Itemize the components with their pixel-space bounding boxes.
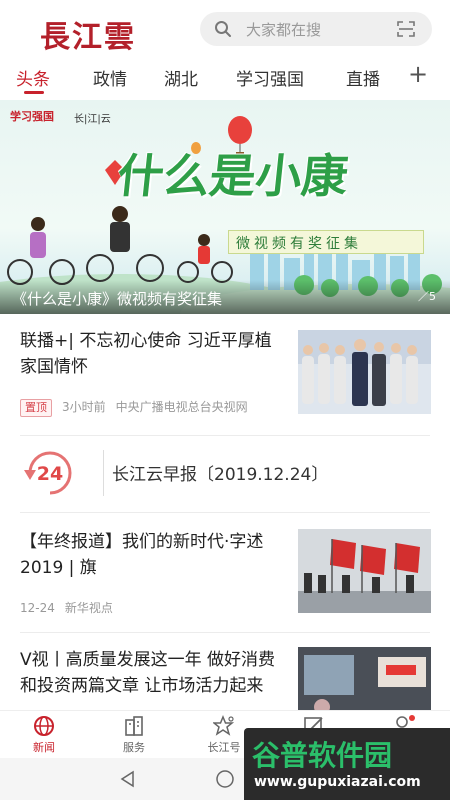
app-logo[interactable]: 長江雲 (40, 12, 136, 56)
news-source: 中央广播电视总台央视网 (115, 400, 248, 414)
news-source: 新华视点 (64, 601, 113, 615)
thumbnail-image (298, 330, 431, 414)
news-title[interactable]: V视丨高质量发展这一年 做好消费和投资两篇文章 让市场活力起来 (20, 647, 282, 699)
banner-brand-cjy: 长|江|云 (74, 114, 111, 125)
news-time: 3小时前 (62, 400, 106, 414)
nav-label: 新闻 (33, 741, 55, 754)
active-tab-indicator (24, 91, 44, 94)
search-icon (215, 21, 231, 37)
news-title[interactable]: 【年终报道】我们的新时代·字述2019 | 旗 (20, 529, 282, 581)
banner-page-indicator: ／5 (418, 290, 436, 303)
featured-banner[interactable]: 学习强国 长|江|云 什么是小康 微视频有奖征集 《什么是小康》微视频有奖征集 … (0, 100, 450, 314)
news-item[interactable]: 联播+| 不忘初心使命 习近平厚植家国情怀 置顶 3小时前 中央广播电视总台央视网 (0, 314, 450, 436)
nav-services[interactable]: 服务 (104, 715, 164, 755)
nav-label: 服务 (123, 741, 145, 754)
nav-news[interactable]: 新闻 (14, 715, 74, 755)
scan-icon[interactable] (396, 20, 416, 38)
star-people-icon (213, 715, 235, 736)
app-header: 長江雲 大家都在搜 (0, 0, 450, 58)
pinned-badge: 置顶 (20, 399, 52, 417)
news-thumbnail[interactable] (298, 330, 431, 414)
news-thumbnail[interactable] (298, 647, 431, 713)
banner-caption: 《什么是小康》微视频有奖征集 (12, 290, 223, 308)
tab-headline[interactable]: 头条 (16, 65, 50, 90)
news-item[interactable]: V视丨高质量发展这一年 做好消费和投资两篇文章 让市场活力起来 (0, 633, 450, 713)
news-time: 12-24 (20, 601, 55, 615)
tab-study[interactable]: 学习强国 (236, 65, 304, 90)
page-indicator-value: 5 (429, 290, 436, 303)
watermark-url: www.gupuxiazai.com (254, 774, 421, 790)
thumbnail-image (298, 529, 431, 613)
add-channel-icon[interactable]: + (408, 60, 428, 88)
search-bar[interactable]: 大家都在搜 (200, 12, 432, 46)
banner-subtitle: 微视频有奖征集 (236, 236, 362, 252)
svg-text:24: 24 (37, 463, 63, 485)
banner-brand-study: 学习强国 (10, 110, 54, 123)
tab-live[interactable]: 直播 (346, 65, 380, 90)
news-item[interactable]: 【年终报道】我们的新时代·字述2019 | 旗 12-24 新华视点 (0, 513, 450, 631)
channel-tabs: 头条 政情 湖北 学习强国 直播 + (0, 58, 450, 96)
globe-icon (34, 716, 54, 736)
back-icon[interactable] (118, 769, 138, 789)
morning-report[interactable]: 24 长江云早报〔2019.12.24〕 (0, 436, 450, 512)
news-meta: 12-24 新华视点 (20, 599, 123, 616)
watermark-title: 谷普软件园 (252, 739, 393, 772)
building-icon (125, 716, 143, 736)
report-separator (103, 450, 104, 496)
tab-politics[interactable]: 政情 (93, 65, 127, 90)
news-thumbnail[interactable] (298, 529, 431, 613)
24-hours-icon: 24 (24, 451, 72, 495)
banner-title: 什么是小康 (114, 149, 351, 203)
report-title[interactable]: 长江云早报〔2019.12.24〕 (112, 460, 328, 485)
news-title[interactable]: 联播+| 不忘初心使命 习近平厚植家国情怀 (20, 328, 282, 380)
news-meta: 置顶 3小时前 中央广播电视总台央视网 (20, 398, 258, 417)
thumbnail-image (298, 647, 431, 713)
home-icon[interactable] (215, 769, 235, 789)
search-placeholder: 大家都在搜 (246, 21, 322, 39)
site-watermark: 谷普软件园 www.gupuxiazai.com (244, 728, 450, 800)
tab-hubei[interactable]: 湖北 (164, 65, 198, 90)
